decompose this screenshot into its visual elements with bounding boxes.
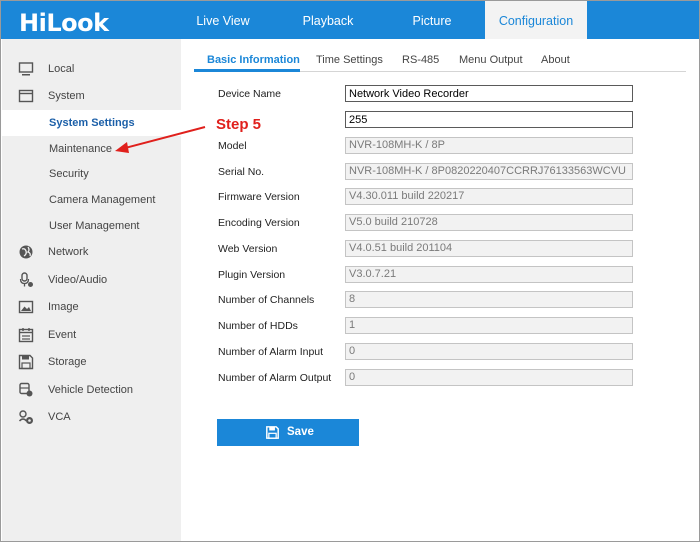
sidebar-item-label: Local bbox=[48, 63, 75, 75]
sidebar: Local System System Settings Maintenance… bbox=[2, 39, 181, 541]
nav-playback[interactable]: Playback bbox=[283, 1, 373, 39]
number-of-hdds-field: 1 bbox=[345, 317, 633, 334]
sidebar-item-camera-management[interactable]: Camera Management bbox=[2, 187, 181, 213]
sidebar-item-vehicle-detection[interactable]: Vehicle Detection bbox=[2, 377, 181, 403]
plugin-version-label: Plugin Version bbox=[218, 269, 286, 281]
sidebar-item-label: Vehicle Detection bbox=[48, 384, 133, 396]
sidebar-item-label: VCA bbox=[48, 411, 71, 423]
device-name-input[interactable] bbox=[345, 85, 633, 102]
sidebar-item-label: User Management bbox=[49, 220, 140, 232]
sidebar-item-vca[interactable]: VCA bbox=[2, 404, 181, 430]
sidebar-item-label: Camera Management bbox=[49, 194, 156, 206]
sidebar-item-video-audio[interactable]: Video/Audio bbox=[2, 267, 181, 293]
plugin-version-field: V3.0.7.21 bbox=[345, 266, 633, 283]
sidebar-item-label: Image bbox=[48, 301, 79, 313]
sidebar-item-image[interactable]: Image bbox=[2, 294, 181, 320]
tab-rs-485[interactable]: RS-485 bbox=[402, 47, 439, 72]
tab-about[interactable]: About bbox=[541, 47, 570, 72]
active-tab-indicator bbox=[194, 69, 300, 72]
sidebar-item-label: Security bbox=[49, 168, 89, 180]
sidebar-item-system[interactable]: System bbox=[2, 83, 181, 109]
top-navigation-bar: HiLook Live View Playback Picture Config… bbox=[1, 1, 699, 39]
encoding-version-field: V5.0 build 210728 bbox=[345, 214, 633, 231]
sidebar-item-network[interactable]: Network bbox=[2, 239, 181, 265]
sidebar-item-label: Event bbox=[48, 329, 77, 341]
firmware-version-field: V4.30.011 build 220217 bbox=[345, 188, 633, 205]
calendar-icon bbox=[18, 328, 34, 343]
logo-text: HiLook bbox=[19, 9, 109, 37]
web-version-field: V4.0.51 build 201104 bbox=[345, 240, 633, 257]
window-icon bbox=[18, 89, 34, 103]
globe-icon bbox=[19, 245, 33, 259]
app-window: HiLook Live View Playback Picture Config… bbox=[0, 0, 700, 542]
monitor-icon bbox=[18, 62, 34, 76]
number-of-channels-field: 8 bbox=[345, 291, 633, 308]
web-version-label: Web Version bbox=[218, 243, 278, 255]
number-of-channels-label: Number of Channels bbox=[218, 294, 315, 306]
nav-picture[interactable]: Picture bbox=[389, 1, 475, 39]
sidebar-item-local[interactable]: Local bbox=[2, 56, 181, 82]
sidebar-item-system-settings[interactable]: System Settings bbox=[2, 110, 181, 136]
number-of-alarm-input-field: 0 bbox=[345, 343, 633, 360]
model-field: NVR-108MH-K / 8P bbox=[345, 137, 633, 154]
device-name-label: Device Name bbox=[218, 88, 282, 100]
sidebar-item-label: System Settings bbox=[49, 117, 135, 129]
sidebar-item-user-management[interactable]: User Management bbox=[2, 213, 181, 239]
nav-live-view[interactable]: Live View bbox=[181, 1, 265, 39]
vehicle-icon bbox=[19, 382, 33, 397]
save-button[interactable]: Save bbox=[217, 419, 359, 446]
number-of-alarm-input-label: Number of Alarm Input bbox=[218, 346, 324, 358]
encoding-version-label: Encoding Version bbox=[218, 217, 300, 229]
model-label: Model bbox=[218, 140, 247, 149]
sidebar-item-storage[interactable]: Storage bbox=[2, 349, 181, 375]
serial-no-label: Serial No. bbox=[218, 166, 265, 178]
sidebar-item-security[interactable]: Security bbox=[2, 161, 181, 187]
firmware-version-label: Firmware Version bbox=[218, 191, 300, 203]
vca-icon bbox=[18, 410, 33, 424]
tab-menu-output[interactable]: Menu Output bbox=[459, 47, 523, 72]
config-tabs: Basic Information Time Settings RS-485 M… bbox=[194, 47, 686, 72]
floppy-icon bbox=[18, 354, 34, 370]
sidebar-item-event[interactable]: Event bbox=[2, 322, 181, 348]
serial-no-field: NVR-108MH-K / 8P0820220407CCRRJ76133563W… bbox=[345, 163, 633, 180]
sidebar-item-label: Video/Audio bbox=[48, 274, 108, 286]
number-of-alarm-output-field: 0 bbox=[345, 369, 633, 386]
sidebar-item-maintenance[interactable]: Maintenance bbox=[2, 136, 181, 162]
save-button-label: Save bbox=[287, 426, 314, 438]
number-of-alarm-output-label: Number of Alarm Output bbox=[218, 372, 332, 384]
sidebar-item-label: Storage bbox=[48, 356, 87, 368]
image-icon bbox=[18, 300, 34, 314]
device-no-input[interactable] bbox=[345, 111, 633, 128]
sidebar-item-label: Maintenance bbox=[49, 143, 112, 155]
sidebar-item-label: Network bbox=[48, 246, 89, 258]
sidebar-item-label: System bbox=[48, 90, 85, 102]
step-annotation: Step 5 bbox=[216, 116, 262, 133]
number-of-hdds-label: Number of HDDs bbox=[218, 320, 298, 332]
floppy-disk-icon bbox=[266, 426, 279, 439]
nav-configuration[interactable]: Configuration bbox=[485, 1, 587, 39]
microphone-icon bbox=[19, 272, 33, 287]
tab-time-settings[interactable]: Time Settings bbox=[316, 47, 383, 72]
